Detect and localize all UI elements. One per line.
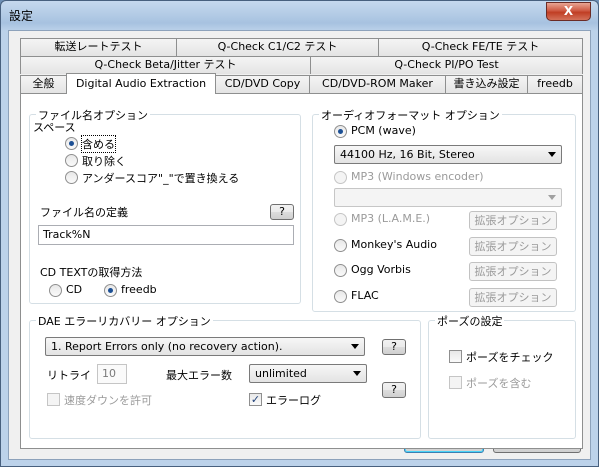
cdtext-label: CD TEXTの取得方法: [40, 266, 143, 279]
dialog-client-area: 転送レートテスト Q-Check C1/C2 テスト Q-Check FE/TE…: [8, 30, 591, 460]
pause-check-checkbox[interactable]: [449, 350, 462, 363]
dae-error-recovery-group: DAE エラーリカバリー オプション 1. Report Errors only…: [29, 313, 421, 439]
format-mp3-windows-label[interactable]: MP3 (Windows encoder): [351, 170, 484, 183]
error-log-label[interactable]: エラーログ: [266, 392, 321, 408]
tab-freedb[interactable]: freedb: [527, 75, 583, 93]
pcm-format-select[interactable]: 44100 Hz, 16 Bit, Stereo: [334, 145, 562, 164]
dae-error-recovery-legend: DAE エラーリカバリー オプション: [36, 313, 213, 329]
error-mode-help-button[interactable]: ?: [382, 339, 406, 355]
mp3-windows-select[interactable]: [334, 188, 562, 207]
filename-options-group: ファイル名オプション スペース 含める 取り除く アンダースコア"_"で置き換え…: [29, 107, 301, 304]
error-options-help-button[interactable]: ?: [382, 382, 406, 398]
pause-include-label[interactable]: ポーズを含む: [466, 375, 531, 391]
close-button[interactable]: X: [546, 2, 591, 21]
tab-write-settings[interactable]: 書き込み設定: [445, 75, 528, 93]
format-pcm-label[interactable]: PCM (wave): [351, 124, 416, 137]
format-mp3-windows-radio[interactable]: [334, 171, 347, 184]
space-include-radio[interactable]: [65, 137, 78, 150]
format-pcm-radio[interactable]: [334, 125, 347, 138]
retry-label: リトライ: [47, 369, 91, 382]
space-label: スペース: [33, 121, 76, 134]
max-error-select[interactable]: unlimited: [249, 364, 367, 383]
mp3-lame-extended-options-button[interactable]: 拡張オプション: [469, 211, 557, 230]
format-ogg-radio[interactable]: [334, 264, 347, 277]
audio-format-legend: オーディオフォーマット オプション: [319, 107, 502, 123]
format-monkey-label[interactable]: Monkey's Audio: [351, 238, 437, 251]
title-bar[interactable]: 設定 X: [1, 1, 598, 29]
settings-window: 設定 X 転送レートテスト Q-Check C1/C2 テスト Q-Check …: [0, 0, 599, 467]
chevron-down-icon: [548, 152, 556, 157]
pause-check-label[interactable]: ポーズをチェック: [466, 349, 553, 365]
tab-digital-audio-extraction[interactable]: Digital Audio Extraction: [66, 73, 216, 94]
error-mode-select[interactable]: 1. Report Errors only (no recovery actio…: [45, 337, 365, 356]
format-flac-label[interactable]: FLAC: [351, 289, 379, 302]
space-underscore-label[interactable]: アンダースコア"_"で置き換える: [82, 170, 239, 186]
retry-input[interactable]: 10: [97, 364, 127, 384]
space-underscore-radio[interactable]: [65, 171, 78, 184]
tab-qcheck-pipo-test[interactable]: Q-Check PI/PO Test: [310, 56, 583, 74]
dae-tab-panel: ファイル名オプション スペース 含める 取り除く アンダースコア"_"で置き換え…: [20, 93, 583, 449]
tab-cd-dvd-copy[interactable]: CD/DVD Copy: [215, 75, 310, 93]
filename-help-button[interactable]: ?: [270, 204, 294, 220]
space-include-label[interactable]: 含める: [81, 135, 116, 153]
format-monkey-radio[interactable]: [334, 239, 347, 252]
pause-settings-legend: ポーズの設定: [435, 313, 505, 329]
ogg-extended-options-button[interactable]: 拡張オプション: [469, 262, 557, 281]
tab-qcheck-c1c2-test[interactable]: Q-Check C1/C2 テスト: [176, 38, 379, 56]
audio-format-group: オーディオフォーマット オプション PCM (wave) 44100 Hz, 1…: [312, 107, 576, 312]
cdtext-freedb-label[interactable]: freedb: [121, 283, 157, 296]
max-error-label: 最大エラー数: [166, 369, 232, 382]
error-log-checkbox[interactable]: ✓: [249, 393, 262, 406]
max-error-value: unlimited: [255, 367, 307, 380]
tab-qcheck-beta-jitter-test[interactable]: Q-Check Beta/Jitter テスト: [20, 56, 311, 74]
close-icon: X: [563, 4, 574, 18]
pcm-format-value: 44100 Hz, 16 Bit, Stereo: [340, 148, 475, 161]
format-mp3-lame-label[interactable]: MP3 (L.A.M.E.): [351, 212, 430, 225]
pause-include-checkbox[interactable]: [449, 376, 462, 389]
window-title: 設定: [9, 9, 34, 23]
speed-down-checkbox[interactable]: [47, 393, 60, 406]
format-mp3-lame-radio[interactable]: [334, 213, 347, 226]
cdtext-cd-label[interactable]: CD: [66, 283, 82, 296]
tab-transfer-rate-test[interactable]: 転送レートテスト: [20, 38, 177, 56]
error-mode-value: 1. Report Errors only (no recovery actio…: [51, 340, 283, 353]
cdtext-cd-radio[interactable]: [49, 284, 62, 297]
space-remove-radio[interactable]: [65, 154, 78, 167]
chevron-down-icon: [351, 344, 359, 349]
filename-definition-input[interactable]: Track%N: [38, 225, 294, 245]
speed-down-label[interactable]: 速度ダウンを許可: [64, 392, 152, 408]
format-ogg-label[interactable]: Ogg Vorbis: [351, 263, 411, 276]
cdtext-freedb-radio[interactable]: [104, 284, 117, 297]
chevron-down-icon: [353, 371, 361, 376]
chevron-down-icon: [548, 195, 556, 200]
format-flac-radio[interactable]: [334, 290, 347, 303]
tab-qcheck-fete-test[interactable]: Q-Check FE/TE テスト: [378, 38, 583, 56]
filename-definition-label: ファイル名の定義: [40, 206, 128, 219]
tab-general[interactable]: 全般: [20, 75, 67, 93]
space-remove-label[interactable]: 取り除く: [82, 153, 126, 169]
flac-extended-options-button[interactable]: 拡張オプション: [469, 288, 557, 307]
monkey-extended-options-button[interactable]: 拡張オプション: [469, 237, 557, 256]
pause-settings-group: ポーズの設定 ポーズをチェック ポーズを含む: [428, 313, 576, 439]
tab-cd-dvd-rom-maker[interactable]: CD/DVD-ROM Maker: [309, 75, 446, 93]
